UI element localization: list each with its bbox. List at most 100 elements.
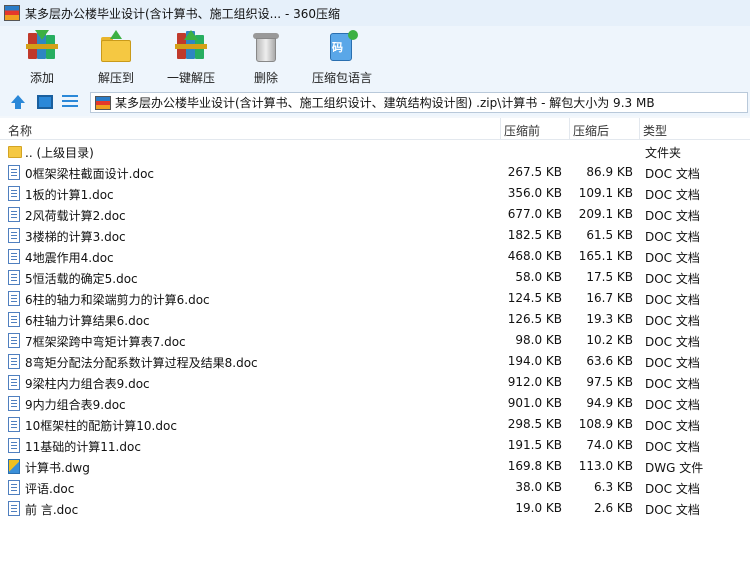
file-type: DOC 文档 — [645, 251, 700, 265]
file-type: DOC 文档 — [645, 335, 700, 349]
file-packed-size: 2.6 KB — [594, 501, 633, 515]
file-packed-size: 97.5 KB — [586, 375, 633, 389]
file-name: 7框架梁跨中弯矩计算表7.doc — [25, 335, 186, 349]
file-packed-size: 10.2 KB — [586, 333, 633, 347]
file-size: 267.5 KB — [507, 165, 562, 179]
add-label: 添加 — [29, 71, 54, 85]
file-packed-size: 113.0 KB — [578, 459, 633, 473]
address-path: 某多层办公楼毕业设计(含计算书、施工组织设计、建筑结构设计图) .zip\计算书… — [115, 96, 655, 110]
file-row[interactable]: 前 言.doc 19.0 KB 2.6 KB DOC 文档 — [0, 498, 750, 519]
file-packed-size: 86.9 KB — [586, 165, 633, 179]
one-click-extract-label: 一键解压 — [166, 71, 215, 85]
file-row[interactable]: 2风荷载计算2.doc 677.0 KB 209.1 KB DOC 文档 — [0, 204, 750, 225]
file-packed-size: 63.6 KB — [586, 354, 633, 368]
archive-icon — [95, 95, 111, 110]
one-click-extract-button[interactable]: 一键解压 — [166, 30, 216, 86]
file-packed-size: 165.1 KB — [578, 249, 633, 263]
folder-icon — [8, 146, 22, 158]
file-name: 6柱的轴力和梁端剪力的计算6.doc — [25, 293, 210, 307]
archive-extract-icon — [173, 30, 209, 61]
file-type: DOC 文档 — [645, 167, 700, 181]
file-row[interactable]: 7框架梁跨中弯矩计算表7.doc 98.0 KB 10.2 KB DOC 文档 — [0, 330, 750, 351]
window-title: 某多层办公楼毕业设计(含计算书、施工组织设... - 360压缩 — [25, 6, 340, 21]
list-view-icon[interactable] — [62, 95, 78, 109]
doc-icon — [8, 249, 20, 264]
delete-button[interactable]: 删除 — [248, 30, 284, 86]
file-size: 38.0 KB — [515, 480, 562, 494]
doc-icon — [8, 333, 20, 348]
file-name: 5恒活载的确定5.doc — [25, 272, 138, 286]
file-row[interactable]: 9梁柱内力组合表9.doc 912.0 KB 97.5 KB DOC 文档 — [0, 372, 750, 393]
column-size[interactable]: 压缩前 — [504, 122, 540, 139]
file-row[interactable]: 11基础的计算11.doc 191.5 KB 74.0 KB DOC 文档 — [0, 435, 750, 456]
folder-extract-icon — [98, 30, 134, 62]
file-packed-size: 6.3 KB — [594, 480, 633, 494]
extract-to-label: 解压到 — [97, 71, 134, 85]
address-bar[interactable]: 某多层办公楼毕业设计(含计算书、施工组织设计、建筑结构设计图) .zip\计算书… — [90, 92, 748, 113]
file-type: DOC 文档 — [645, 230, 700, 244]
file-name: 1板的计算1.doc — [25, 188, 114, 202]
file-row[interactable]: 1板的计算1.doc 356.0 KB 109.1 KB DOC 文档 — [0, 183, 750, 204]
file-name: 9梁柱内力组合表9.doc — [25, 377, 150, 391]
file-size: 468.0 KB — [507, 249, 562, 263]
compress-language-button[interactable]: 码 压缩包语言 — [310, 30, 374, 86]
doc-icon — [8, 207, 20, 222]
trash-icon — [248, 30, 284, 62]
file-type: DWG 文件 — [645, 461, 704, 475]
dwg-icon — [8, 459, 20, 474]
archive-add-icon — [24, 30, 60, 61]
doc-icon — [8, 396, 20, 411]
list-header: 名称 压缩前 压缩后 类型 — [0, 118, 750, 140]
column-packed[interactable]: 压缩后 — [573, 122, 609, 139]
file-type: DOC 文档 — [645, 503, 700, 517]
file-row[interactable]: 10框架柱的配筋计算10.doc 298.5 KB 108.9 KB DOC 文档 — [0, 414, 750, 435]
file-size: 98.0 KB — [515, 333, 562, 347]
file-row[interactable]: 0框架梁柱截面设计.doc 267.5 KB 86.9 KB DOC 文档 — [0, 162, 750, 183]
file-name: 前 言.doc — [25, 503, 79, 517]
file-name: 8弯矩分配法分配系数计算过程及结果8.doc — [25, 356, 258, 370]
file-row[interactable]: 5恒活载的确定5.doc 58.0 KB 17.5 KB DOC 文档 — [0, 267, 750, 288]
file-row[interactable]: 9内力组合表9.doc 901.0 KB 94.9 KB DOC 文档 — [0, 393, 750, 414]
doc-icon — [8, 270, 20, 285]
title-bar: 某多层办公楼毕业设计(含计算书、施工组织设... - 360压缩 — [0, 0, 750, 26]
file-type: DOC 文档 — [645, 209, 700, 223]
file-size: 126.5 KB — [507, 312, 562, 326]
file-row[interactable]: 6柱的轴力和梁端剪力的计算6.doc 124.5 KB 16.7 KB DOC 文档 — [0, 288, 750, 309]
file-name: 2风荷载计算2.doc — [25, 209, 126, 223]
file-packed-size: 19.3 KB — [586, 312, 633, 326]
add-button[interactable]: 添加 — [22, 30, 62, 86]
file-size: 182.5 KB — [507, 228, 562, 242]
doc-icon — [8, 417, 20, 432]
file-row[interactable]: 4地震作用4.doc 468.0 KB 165.1 KB DOC 文档 — [0, 246, 750, 267]
file-packed-size: 94.9 KB — [586, 396, 633, 410]
doc-icon — [8, 480, 20, 495]
address-row: 某多层办公楼毕业设计(含计算书、施工组织设计、建筑结构设计图) .zip\计算书… — [0, 88, 750, 116]
file-packed-size: 108.9 KB — [578, 417, 633, 431]
delete-label: 删除 — [253, 71, 278, 85]
up-arrow-icon[interactable] — [10, 95, 26, 109]
file-size: 194.0 KB — [507, 354, 562, 368]
file-size: 912.0 KB — [507, 375, 562, 389]
file-name: 计算书.dwg — [25, 461, 90, 475]
file-row[interactable]: .. (上级目录) 文件夹 — [0, 141, 750, 162]
file-packed-size: 209.1 KB — [578, 207, 633, 221]
file-row[interactable]: 评语.doc 38.0 KB 6.3 KB DOC 文档 — [0, 477, 750, 498]
column-type[interactable]: 类型 — [643, 122, 667, 139]
doc-icon — [8, 312, 20, 327]
file-type: DOC 文档 — [645, 314, 700, 328]
file-row[interactable]: 3楼梯的计算3.doc 182.5 KB 61.5 KB DOC 文档 — [0, 225, 750, 246]
file-row[interactable]: 6柱轴力计算结果6.doc 126.5 KB 19.3 KB DOC 文档 — [0, 309, 750, 330]
file-list: 名称 压缩前 压缩后 类型 .. (上级目录) 文件夹 0框架梁柱截面设计.doc 2… — [0, 118, 750, 583]
file-row[interactable]: 8弯矩分配法分配系数计算过程及结果8.doc 194.0 KB 63.6 KB DOC… — [0, 351, 750, 372]
file-type: DOC 文档 — [645, 377, 700, 391]
extract-to-button[interactable]: 解压到 — [96, 30, 136, 86]
app-icon — [4, 5, 20, 21]
file-row[interactable]: 计算书.dwg 169.8 KB 113.0 KB DWG 文件 — [0, 456, 750, 477]
file-packed-size: 109.1 KB — [578, 186, 633, 200]
doc-icon — [8, 186, 20, 201]
thumbnail-view-icon[interactable] — [37, 95, 53, 109]
column-name[interactable]: 名称 — [8, 122, 32, 139]
doc-icon — [8, 375, 20, 390]
file-name: 11基础的计算11.doc — [25, 440, 141, 454]
file-size: 124.5 KB — [507, 291, 562, 305]
